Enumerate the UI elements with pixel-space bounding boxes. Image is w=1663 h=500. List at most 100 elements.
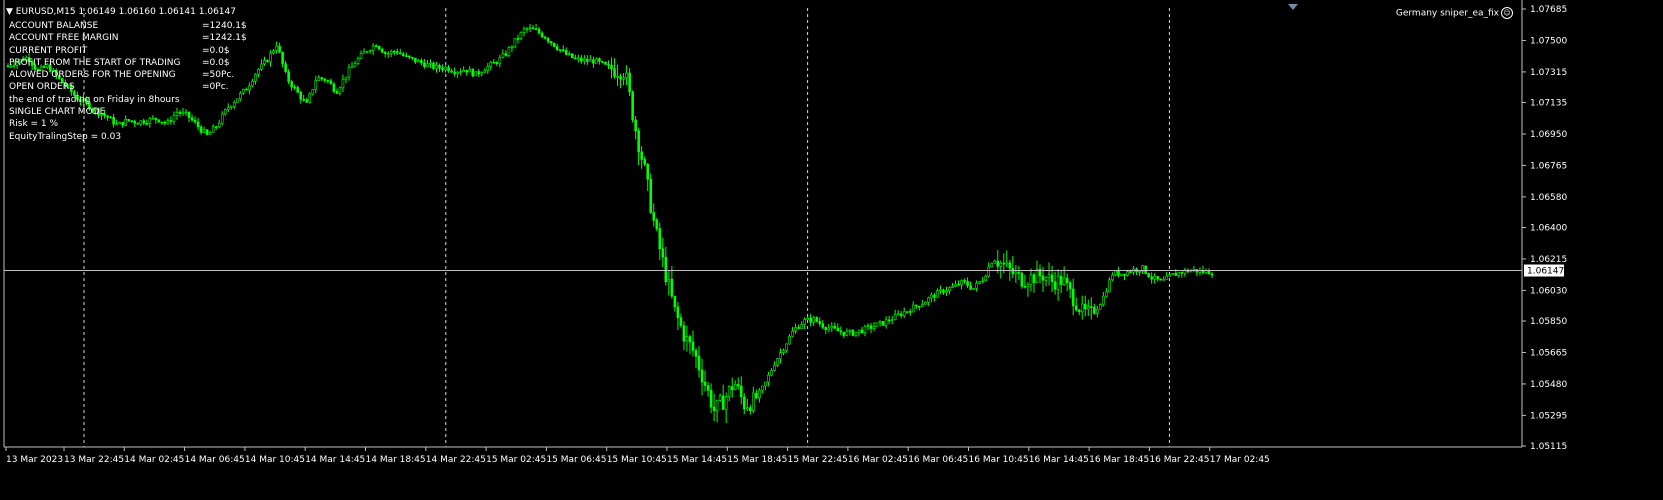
- candle: [552, 42, 556, 48]
- candle-body: [444, 66, 447, 70]
- candle-body: [248, 85, 251, 91]
- candle-body: [830, 325, 834, 329]
- candle-body: [558, 49, 562, 51]
- candle-body: [398, 52, 402, 55]
- candle-body: [848, 329, 852, 332]
- candle-body: [1035, 268, 1039, 283]
- candle-body: [220, 113, 224, 124]
- candle-body: [380, 48, 384, 53]
- candle-body: [788, 336, 791, 345]
- y-tick-label: 1.05665: [1530, 348, 1567, 358]
- x-tick-label: 16 Mar 06:45: [908, 455, 968, 465]
- candle-body: [945, 290, 948, 293]
- candle-body: [755, 392, 758, 399]
- candle-body: [1210, 273, 1214, 276]
- candle-body: [1029, 274, 1033, 286]
- candle-body: [742, 396, 746, 410]
- x-tick-label: 14 Mar 14:45: [305, 455, 365, 465]
- candle: [1020, 271, 1024, 289]
- candle-body: [1080, 303, 1084, 313]
- collapse-triangle-icon[interactable]: ▼: [6, 7, 13, 17]
- candle-body: [984, 275, 987, 282]
- candle-body: [181, 111, 185, 114]
- expert-advisor-label[interactable]: Germany sniper_ea_fix ☺: [1396, 7, 1513, 19]
- candle-body: [673, 295, 677, 308]
- candle-body: [761, 385, 764, 391]
- candle-body: [917, 305, 921, 308]
- candle-body: [1123, 273, 1126, 276]
- candle-body: [833, 325, 837, 329]
- candle-body: [214, 126, 218, 128]
- candle-body: [359, 52, 363, 59]
- candle-body: [386, 53, 390, 55]
- candle-body: [936, 290, 939, 298]
- candle-body: [519, 32, 523, 39]
- candle-body: [1008, 262, 1012, 269]
- candle-body: [236, 98, 239, 103]
- candle-body: [272, 50, 275, 54]
- candle-body: [893, 314, 897, 321]
- candle-body: [275, 45, 278, 51]
- candle-body: [851, 329, 855, 336]
- candle-body: [486, 65, 490, 71]
- candle-body: [908, 311, 912, 313]
- candle-body: [604, 61, 607, 65]
- candle-body: [365, 51, 369, 53]
- current-price-label: 1.06147: [1527, 267, 1564, 277]
- candle-body: [803, 319, 806, 325]
- candle-body: [1026, 284, 1030, 288]
- candle-body: [595, 58, 598, 64]
- candle-body: [930, 294, 933, 299]
- candle-body: [513, 38, 517, 48]
- info-value: =1242.1$: [202, 33, 247, 44]
- candle-body: [794, 327, 797, 332]
- info-label: the end of trading on Friday in 8hours: [9, 94, 180, 105]
- candle-body: [818, 321, 822, 324]
- info-value: =1240.1$: [202, 21, 247, 31]
- info-label: ACCOUNT FREE MARGIN: [9, 33, 119, 44]
- candle-body: [205, 129, 209, 135]
- candle-body: [752, 392, 755, 412]
- y-tick-label: 1.06400: [1530, 224, 1567, 234]
- candle-body: [573, 57, 577, 60]
- candle-body: [884, 319, 888, 326]
- candle-body: [317, 77, 321, 81]
- candle-body: [411, 56, 414, 59]
- candle-body: [223, 109, 227, 115]
- candle-body: [254, 73, 257, 82]
- candle-body: [323, 78, 327, 81]
- candle-body: [522, 28, 526, 33]
- candle-body: [239, 92, 242, 100]
- candle-body: [1099, 304, 1102, 310]
- candle-body: [679, 317, 683, 326]
- candle-body: [1126, 271, 1129, 276]
- candle-body: [733, 384, 737, 390]
- smiley-icon[interactable]: ☺: [1501, 7, 1513, 19]
- x-tick-label: 15 Mar 02:45: [486, 455, 546, 465]
- candle-body: [993, 260, 997, 264]
- candle-body: [1096, 308, 1099, 314]
- candle-body: [978, 281, 981, 284]
- info-label: PROFIT FROM THE START OF TRADING: [9, 57, 181, 68]
- candle-body: [459, 71, 462, 74]
- candle-body: [1050, 274, 1054, 283]
- candle-body: [233, 102, 236, 107]
- candle-body: [287, 71, 290, 82]
- candle-body: [540, 32, 544, 38]
- candle-body: [685, 336, 689, 342]
- candle-body: [640, 151, 643, 160]
- candle-body: [1053, 281, 1057, 290]
- candle-body: [570, 53, 574, 59]
- candle-body: [211, 126, 215, 133]
- candle-body: [905, 311, 909, 313]
- x-tick-label: 14 Mar 10:45: [245, 455, 305, 465]
- candle-body: [441, 67, 444, 70]
- candle-body: [1165, 275, 1169, 280]
- candle-body: [646, 163, 650, 180]
- candle-body: [187, 111, 191, 118]
- candle-body: [510, 46, 514, 49]
- candle-body: [420, 60, 423, 64]
- candle-body: [972, 288, 975, 290]
- info-row: ACCOUNT BALANSE =1240.1$: [9, 20, 247, 32]
- price-chart[interactable]: 1.06147 1.07685 1.07500 1.07315 1.07135 1.06…: [0, 0, 1663, 500]
